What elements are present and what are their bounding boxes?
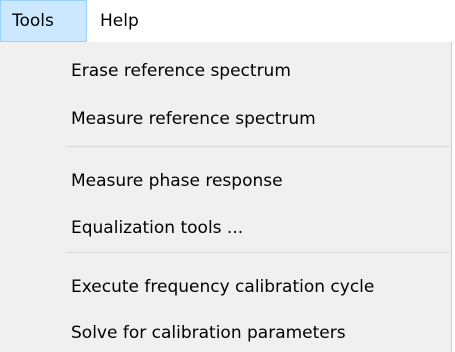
tools-menu[interactable]: Tools	[0, 0, 87, 42]
erase-reference-spectrum-item[interactable]: Erase reference spectrum	[71, 51, 291, 91]
help-menu[interactable]: Help	[100, 0, 160, 42]
menu-screenshot: Tools Help Erase reference spectrum Meas…	[0, 0, 455, 352]
equalization-tools-item[interactable]: Equalization tools ...	[71, 208, 243, 248]
measure-phase-response-item[interactable]: Measure phase response	[71, 161, 283, 201]
tools-dropdown: Erase reference spectrum Measure referen…	[0, 42, 452, 352]
menu-separator	[66, 252, 449, 253]
solve-for-calibration-parameters-item[interactable]: Solve for calibration parameters	[71, 313, 346, 352]
execute-frequency-calibration-cycle-item[interactable]: Execute frequency calibration cycle	[71, 267, 374, 307]
menu-separator	[66, 146, 449, 147]
menu-bar: Tools Help	[0, 0, 455, 42]
measure-reference-spectrum-item[interactable]: Measure reference spectrum	[71, 99, 316, 139]
